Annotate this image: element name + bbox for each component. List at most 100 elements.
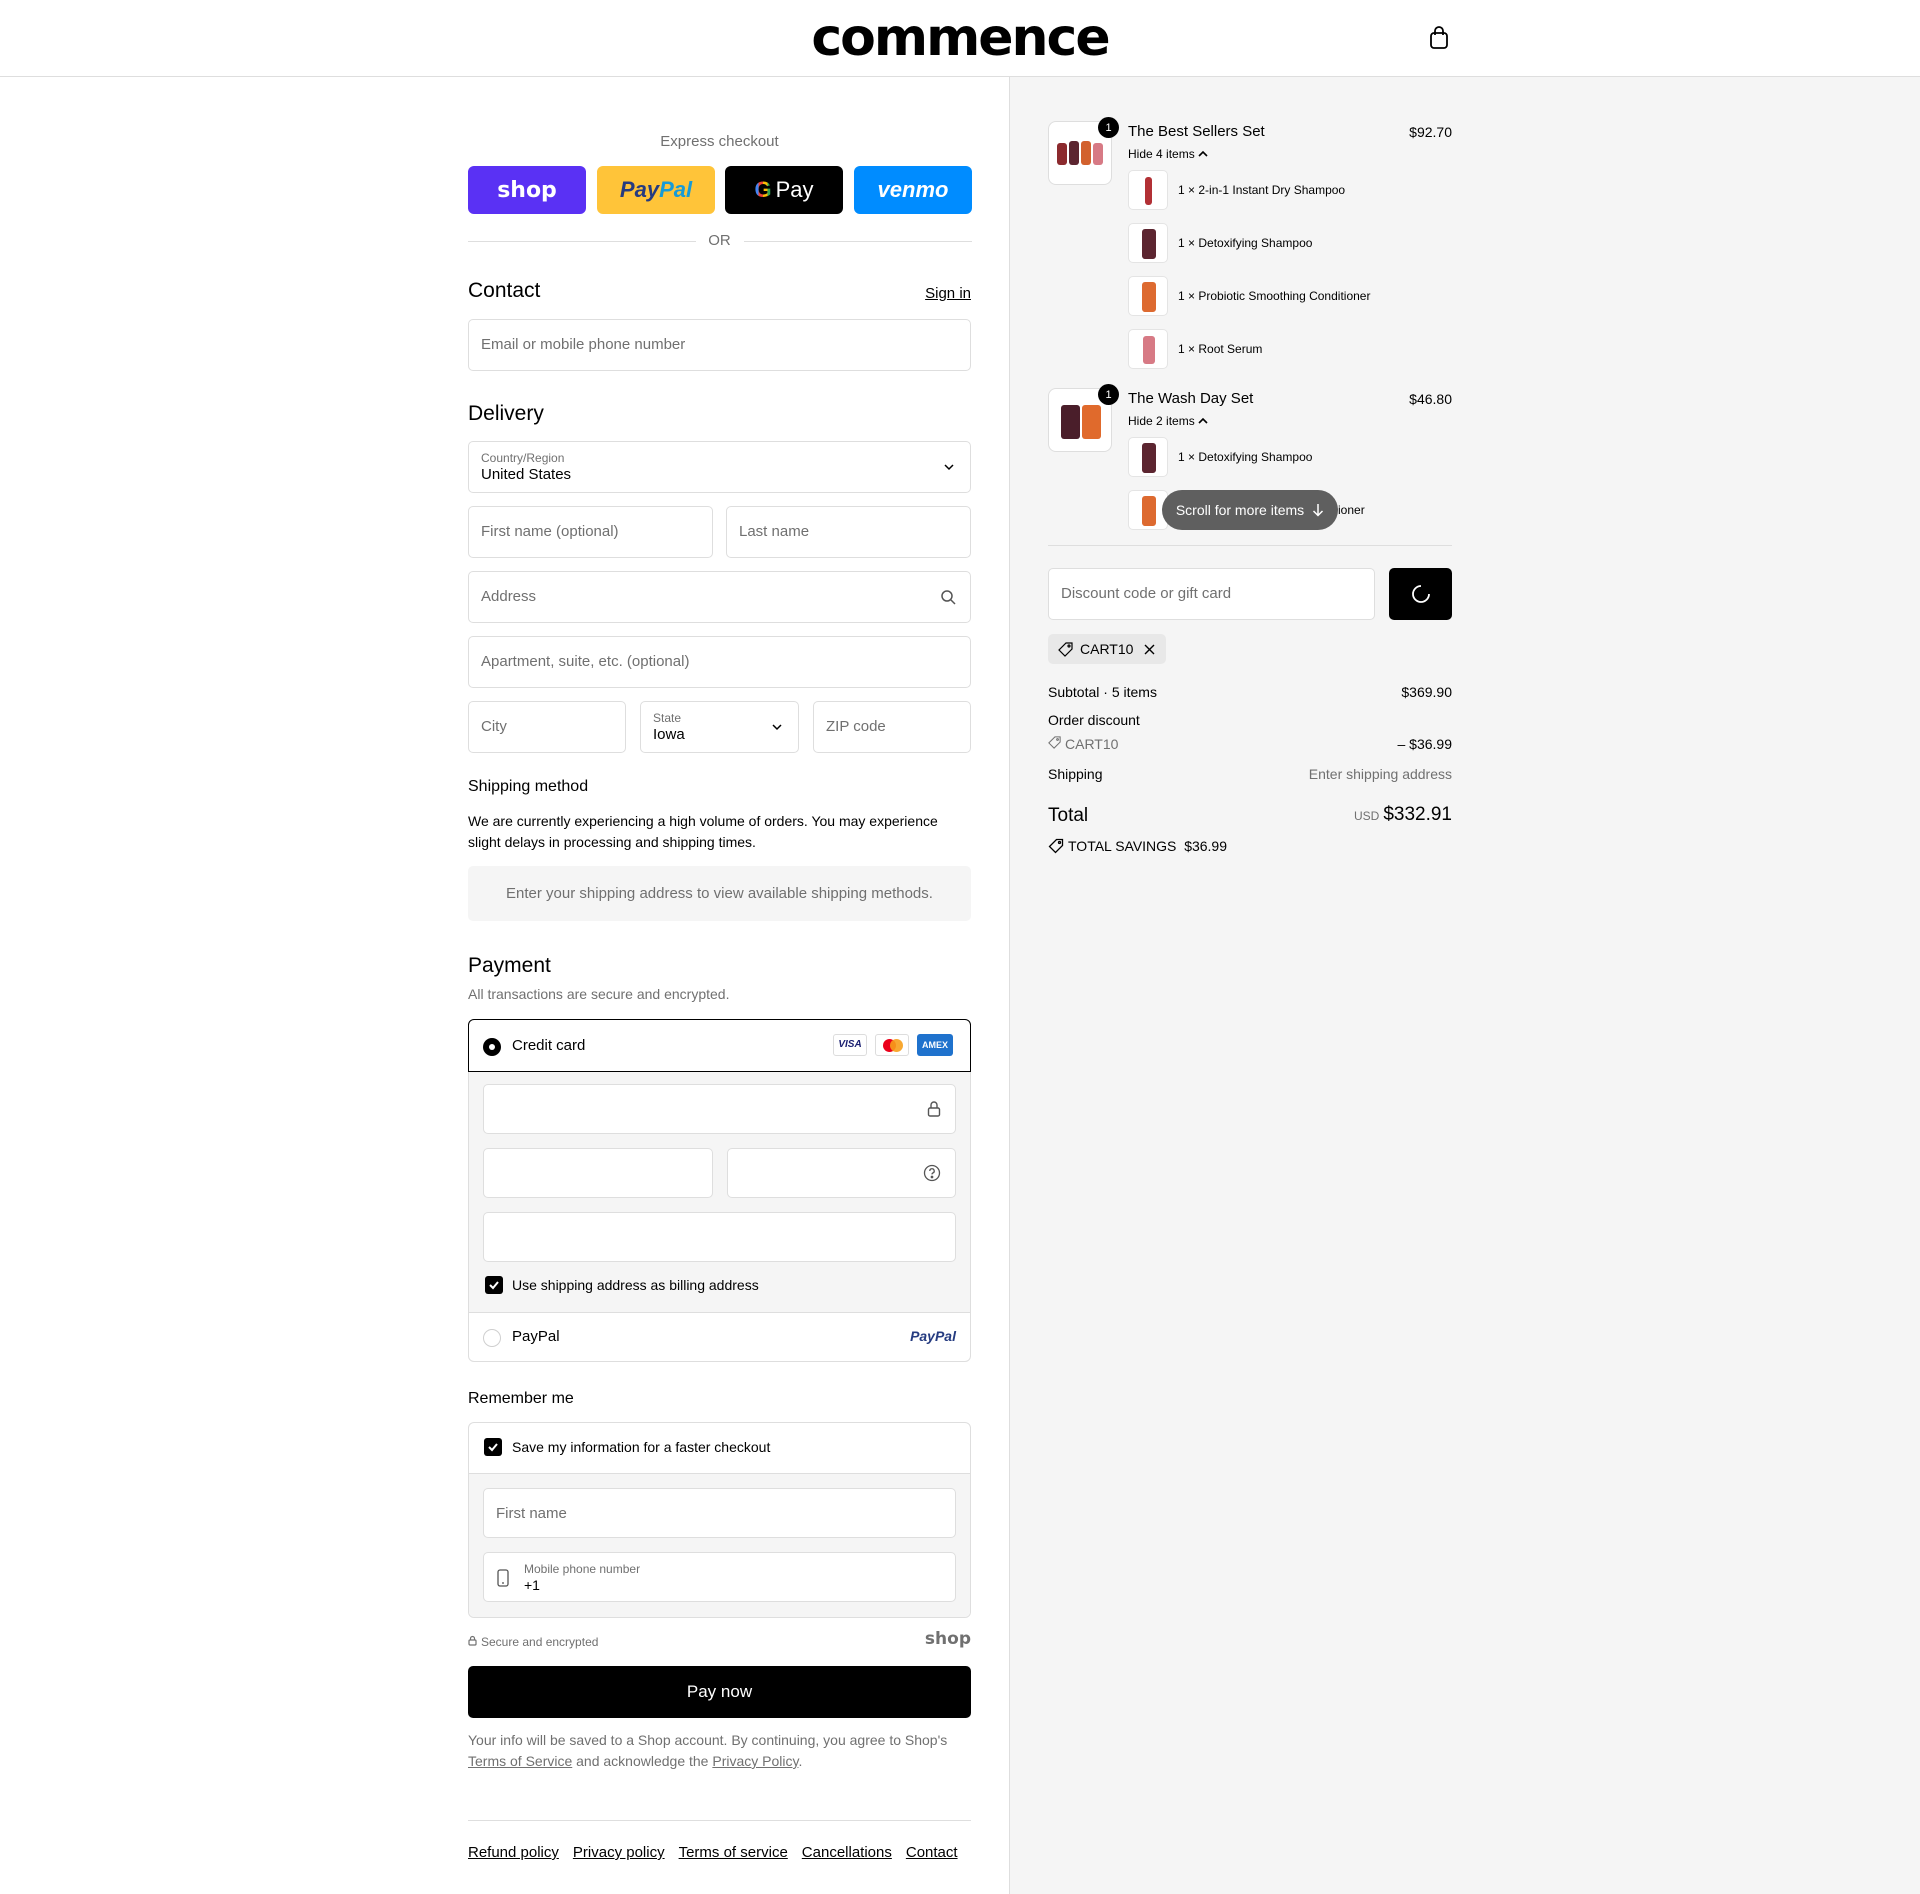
lock-icon [468,1635,477,1646]
legal-text-middle: and acknowledge the [576,1753,709,1769]
email-field[interactable]: Email or mobile phone number [468,319,971,371]
payment-methods: Credit card VISA AMEX Use shipping addre… [468,1019,971,1362]
spinner-icon [1412,585,1430,603]
credit-card-radio[interactable] [483,1038,501,1056]
privacy-policy-link[interactable]: Privacy policy [573,1844,665,1861]
contact-link[interactable]: Contact [906,1844,958,1861]
product-bottle [1143,336,1155,364]
pay-now-label: Pay now [686,1682,753,1701]
sub-item-image [1128,170,1168,210]
product-bottle [1145,177,1152,205]
chevron-down-icon [944,464,954,471]
shop-logo: shop [924,1629,971,1649]
remember-first-name-field[interactable]: First name [483,1488,956,1538]
product-bottle [1142,229,1156,259]
cancellations-link[interactable]: Cancellations [802,1844,892,1861]
legal-text-start: Your info will be saved to a Shop accoun… [468,1732,948,1748]
product-bottle [1081,141,1091,165]
tag-icon [1048,838,1064,854]
name-on-card-field[interactable] [483,1212,956,1262]
sub-item-qty: 1 × [1178,450,1196,464]
mobile-phone-field[interactable]: Mobile phone number +1 [483,1552,956,1602]
sub-item-qty: 1 × [1178,183,1196,197]
pay-now-button[interactable]: Pay now [468,1666,971,1718]
subtotal-label: Subtotal · 5 items [1048,684,1157,700]
country-select[interactable]: Country/Region United States [468,441,971,493]
total-amount: USD $332.91 [1354,804,1452,826]
express-checkout-title: Express checkout [660,133,779,150]
total-label: Total [1048,805,1089,826]
zip-field[interactable]: ZIP code [813,701,971,753]
address-placeholder: Address [481,588,537,605]
google-pay-button[interactable]: G Pay [725,166,843,214]
total-value: $332.91 [1383,804,1452,825]
product-bottle [1057,143,1067,165]
last-name-field[interactable]: Last name [726,506,971,558]
shop-pay-button[interactable]: shop [468,166,586,214]
mastercard-icon [875,1034,909,1056]
tag-icon [1058,642,1073,657]
google-pay-label: Pay [775,177,814,202]
shop-terms-link[interactable]: Terms of Service [468,1753,572,1769]
save-info-checkbox[interactable] [484,1438,502,1456]
legal-text-end: . [798,1753,803,1769]
security-code-field[interactable] [727,1148,956,1198]
paypal-option[interactable]: PayPal PayPal [469,1312,970,1361]
checkmark-icon [488,1443,498,1452]
scroll-more-pill[interactable]: Scroll for more items [1162,490,1338,530]
sub-item: 1 × 2-in-1 Instant Dry Shampoo [1178,183,1345,197]
paypal-pal-label: Pal [659,177,693,202]
contact-title: Contact [468,279,541,302]
quantity-badge: 1 [1098,117,1119,138]
venmo-button[interactable]: venmo [854,166,972,214]
discount-value: – $36.99 [1397,736,1453,752]
country-value: United States [481,466,572,483]
savings-label: TOTAL SAVINGS [1068,838,1177,854]
terms-of-service-link[interactable]: Terms of service [679,1844,788,1861]
expiration-field[interactable] [483,1148,713,1198]
currency-code: USD [1353,809,1380,823]
apartment-placeholder: Apartment, suite, etc. (optional) [481,653,690,670]
subtotal-value: $369.90 [1401,684,1452,700]
hide-items-toggle[interactable]: Hide 2 items [1128,414,1208,428]
refund-policy-link[interactable]: Refund policy [468,1844,559,1861]
apartment-field[interactable]: Apartment, suite, etc. (optional) [468,636,971,688]
shop-privacy-link[interactable]: Privacy Policy [712,1753,798,1769]
store-logo[interactable]: commence [0,8,1920,68]
checkmark-icon [489,1281,499,1290]
sub-item: ioner [1338,503,1365,517]
sign-in-link[interactable]: Sign in [925,285,971,302]
apply-discount-button[interactable] [1389,568,1452,620]
address-field[interactable]: Address [468,571,971,623]
tag-icon [1048,736,1061,749]
product-bottle [1142,496,1156,526]
save-info-label: Save my information for a faster checkou… [512,1439,771,1455]
help-icon[interactable] [923,1164,941,1182]
chevron-down-icon [772,724,782,731]
bag-icon[interactable] [1428,26,1450,50]
billing-checkbox[interactable] [485,1276,503,1294]
order-summary: 1 The Best Sellers Set $92.70 Hide 4 ite… [1048,77,1452,877]
state-label: State [653,711,682,725]
paypal-radio[interactable] [483,1329,501,1347]
total-savings: TOTAL SAVINGS $36.99 [1048,838,1227,854]
sub-item: 1 × Root Serum [1178,342,1262,356]
first-name-field[interactable]: First name (optional) [468,506,713,558]
state-select[interactable]: State Iowa [640,701,799,753]
credit-card-option[interactable]: Credit card VISA AMEX [468,1019,971,1072]
country-label: Country/Region [481,451,565,465]
sub-item: 1 × Detoxifying Shampoo [1178,450,1312,464]
paypal-label: PayPal [512,1328,560,1345]
discount-code-field[interactable]: Discount code or gift card [1048,568,1375,620]
hide-items-toggle[interactable]: Hide 4 items [1128,147,1208,161]
product-bottle [1069,141,1079,165]
shipping-value: Enter shipping address [1308,766,1452,782]
city-field[interactable]: City [468,701,626,753]
shipping-notice: We are currently experiencing a high vol… [468,813,938,850]
close-icon[interactable] [1144,644,1155,655]
phone-value: +1 [524,1577,540,1593]
card-number-field[interactable] [483,1084,956,1134]
secure-text: Secure and encrypted [481,1635,599,1649]
payment-title: Payment [468,954,551,977]
paypal-button[interactable]: Pay Pal [597,166,715,214]
